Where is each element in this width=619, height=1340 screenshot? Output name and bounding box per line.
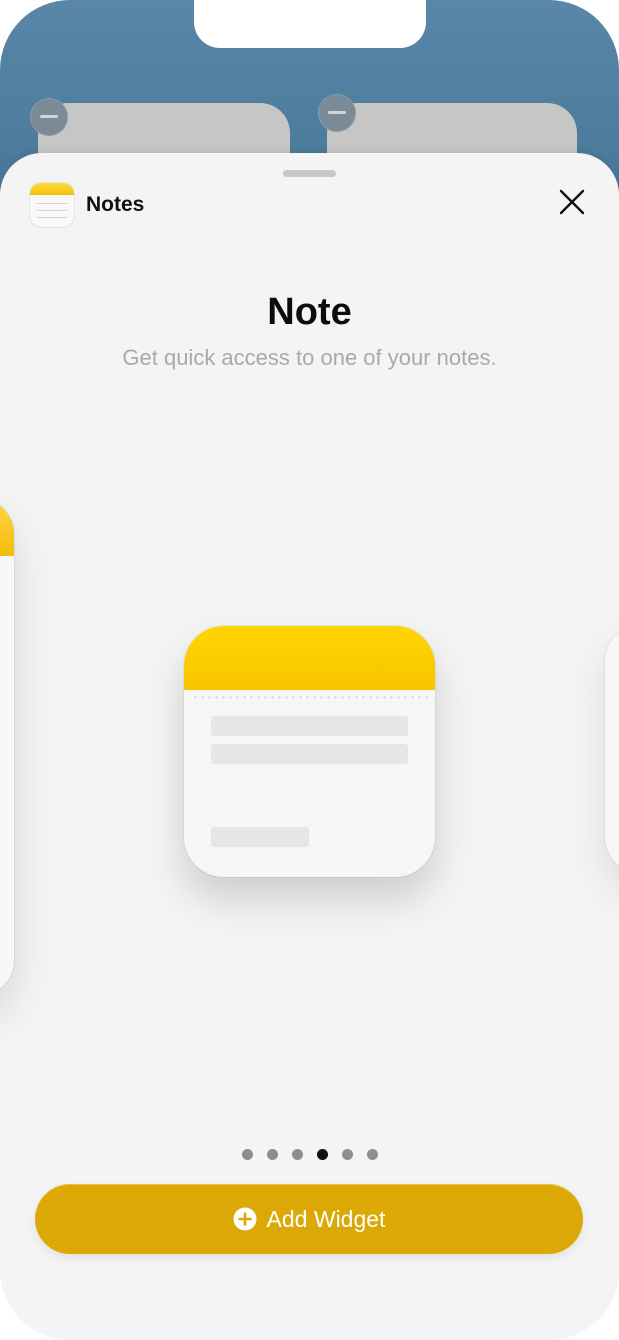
remove-widget-icon[interactable] xyxy=(30,98,68,136)
page-dot[interactable] xyxy=(241,1149,253,1160)
page-dot[interactable] xyxy=(266,1149,278,1160)
widget-preview-next[interactable] xyxy=(605,625,619,873)
widget-description: Get quick access to one of your notes. xyxy=(122,345,497,370)
page-indicator[interactable] xyxy=(0,1149,619,1160)
close-button[interactable] xyxy=(553,183,591,221)
page-dot[interactable] xyxy=(291,1149,303,1160)
device-notch xyxy=(194,0,426,48)
note-widget-preview[interactable] xyxy=(184,626,435,877)
plus-circle-icon xyxy=(233,1207,257,1231)
add-widget-button[interactable]: Add Widget xyxy=(35,1184,583,1254)
page-dot-active[interactable] xyxy=(316,1149,328,1160)
phone-screen: Notes Note Get quick access to one of yo… xyxy=(0,0,619,1340)
widget-gallery-sheet: Notes Note Get quick access to one of yo… xyxy=(0,153,619,1340)
notes-app-icon xyxy=(30,183,74,227)
note-placeholder-line xyxy=(211,744,408,764)
remove-widget-icon[interactable] xyxy=(318,94,356,132)
app-name: Notes xyxy=(86,193,145,216)
note-widget-header xyxy=(184,626,435,690)
widget-preview-previous[interactable] xyxy=(0,498,14,996)
add-widget-label: Add Widget xyxy=(266,1205,386,1232)
page-dot[interactable] xyxy=(341,1149,353,1160)
sheet-grabber[interactable] xyxy=(283,170,336,177)
note-widget-divider xyxy=(192,696,428,699)
note-placeholder-line xyxy=(211,716,408,736)
page-dot[interactable] xyxy=(366,1149,378,1160)
close-icon xyxy=(559,189,585,215)
widget-title: Note xyxy=(267,291,352,333)
note-placeholder-date xyxy=(211,827,309,847)
